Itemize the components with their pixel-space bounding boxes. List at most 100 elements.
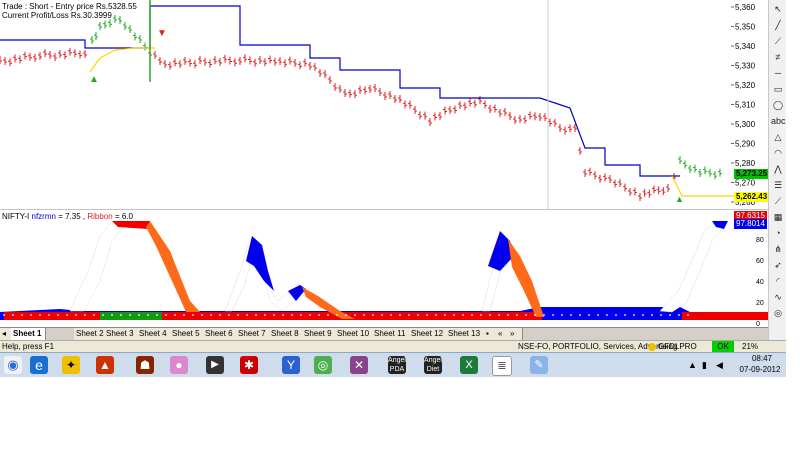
tab-sheet-12[interactable]: Sheet 12 bbox=[409, 328, 448, 340]
drawing-toolbar: ↖ ╱ ⟋ ≠ ─ ▭ ◯ abc △ ◠ ⋀ ☰ ⟋ ▦ ◔ ⋔ ➶ ◜ ∿ … bbox=[768, 0, 787, 344]
cursor-icon[interactable]: ↖ bbox=[771, 2, 785, 16]
indicator-dot bbox=[57, 314, 59, 316]
price-chart[interactable]: 5,360 5,350 5,340 5,330 5,320 5,310 5,300 5,290… bbox=[0, 0, 768, 210]
chart-area[interactable]: 5,360 5,350 5,340 5,330 5,320 5,310 5,300 5,290… bbox=[0, 0, 770, 327]
tab-sheet-10[interactable]: Sheet 10 bbox=[335, 328, 374, 340]
indicator-symbol: NIFTY-I bbox=[2, 212, 30, 221]
indicator-dot bbox=[264, 314, 266, 316]
indicator-title: NIFTY-I nfzrmn = 7.35 , Ribbon = 6.0 bbox=[2, 212, 133, 222]
zigzag-icon[interactable]: ⋀ bbox=[771, 162, 785, 176]
indicator-dot bbox=[390, 314, 392, 316]
ribbon-green bbox=[100, 312, 162, 320]
gann-icon[interactable]: ◜ bbox=[771, 274, 785, 288]
excel-icon[interactable]: X bbox=[460, 356, 478, 374]
channel-icon[interactable]: ≠ bbox=[771, 50, 785, 64]
tab-sheet-6[interactable]: Sheet 6 bbox=[203, 328, 238, 340]
grid-icon[interactable]: ▦ bbox=[771, 210, 785, 224]
antivirus-icon[interactable]: ✱ bbox=[240, 356, 258, 374]
indicator-dot bbox=[120, 314, 122, 316]
indicator-dot bbox=[138, 314, 140, 316]
arrow-icon[interactable]: ➶ bbox=[771, 258, 785, 272]
start-icon[interactable]: ◉ bbox=[4, 356, 22, 374]
buy-arrow-1: ▲ bbox=[89, 74, 99, 85]
cycle-icon[interactable]: ◔ bbox=[771, 226, 785, 240]
tab-sheet-9[interactable]: Sheet 9 bbox=[302, 328, 337, 340]
indicator-dot bbox=[381, 314, 383, 316]
indicator-dot bbox=[660, 314, 662, 316]
indicator-dot bbox=[435, 314, 437, 316]
pitchfork-icon[interactable]: ⋔ bbox=[771, 242, 785, 256]
indicator-dot bbox=[174, 314, 176, 316]
fan-icon[interactable]: ⟋ bbox=[771, 194, 785, 208]
paint-icon[interactable]: ✎ bbox=[530, 356, 548, 374]
ribbon-blue-1 bbox=[0, 312, 4, 320]
indicator-dot bbox=[66, 314, 68, 316]
price-tick-label: 5,300 bbox=[735, 120, 756, 129]
indicator-chart[interactable]: 806040200 bbox=[0, 211, 768, 327]
ie-icon[interactable]: e bbox=[30, 356, 48, 374]
indicator-dot bbox=[543, 314, 545, 316]
rectangle-icon[interactable]: ▭ bbox=[771, 82, 785, 96]
indicator-dot bbox=[525, 314, 527, 316]
indicator-dot bbox=[372, 314, 374, 316]
tab-scroll-end[interactable]: » bbox=[508, 328, 523, 340]
ellipse-icon[interactable]: ◯ bbox=[771, 98, 785, 112]
tab-sheet-7[interactable]: Sheet 7 bbox=[236, 328, 271, 340]
tab-sheet-5[interactable]: Sheet 5 bbox=[170, 328, 205, 340]
indicator-dot bbox=[552, 314, 554, 316]
horizontal-line-icon[interactable]: ─ bbox=[771, 66, 785, 80]
tray-network-icon[interactable]: ▮ bbox=[702, 360, 707, 371]
tray-arrow-icon[interactable]: ▲ bbox=[688, 360, 697, 370]
indicator-dot bbox=[30, 314, 32, 316]
chart-app-icon[interactable]: ✕ bbox=[350, 356, 368, 374]
clock-time[interactable]: 08:47 bbox=[742, 354, 782, 363]
angel-pda-icon[interactable]: Angel PDA bbox=[388, 356, 406, 374]
tab-sheet-11[interactable]: Sheet 11 bbox=[372, 328, 411, 340]
tab-sheet-4[interactable]: Sheet 4 bbox=[137, 328, 172, 340]
wave-icon[interactable]: ∿ bbox=[771, 290, 785, 304]
chrome-icon[interactable]: ◎ bbox=[314, 356, 332, 374]
notepad-icon[interactable]: ≣ bbox=[492, 356, 512, 376]
spiral-icon[interactable]: ◎ bbox=[771, 306, 785, 320]
tab-sheet-8[interactable]: Sheet 8 bbox=[269, 328, 304, 340]
indicator-dot bbox=[210, 314, 212, 316]
tab-sheet-2[interactable]: Sheet 2 bbox=[74, 328, 105, 340]
tab-sheet-3[interactable]: Sheet 3 bbox=[104, 328, 139, 340]
price-tick-label: 5,340 bbox=[735, 42, 756, 51]
price-tick-label: 5,310 bbox=[735, 101, 756, 110]
mask-app-icon[interactable]: ☗ bbox=[136, 356, 154, 374]
fib-icon[interactable]: ☰ bbox=[771, 178, 785, 192]
tab-sheet-1[interactable]: Sheet 1 bbox=[11, 328, 46, 340]
ray-icon[interactable]: ⟋ bbox=[771, 34, 785, 48]
indicator-dot bbox=[48, 314, 50, 316]
video-app-icon[interactable]: ▶ bbox=[206, 356, 224, 374]
indicator-dot bbox=[642, 314, 644, 316]
tab-sheet-13[interactable]: Sheet 13 bbox=[446, 328, 485, 340]
indicator-dot bbox=[588, 314, 590, 316]
line-icon[interactable]: ╱ bbox=[771, 18, 785, 32]
indicator-dot bbox=[39, 314, 41, 316]
triangle-app-icon[interactable]: ▲ bbox=[96, 356, 114, 374]
provider-icon bbox=[648, 343, 656, 351]
right-edge bbox=[786, 0, 800, 376]
ribbon-red-1 bbox=[0, 312, 100, 320]
indicator-dot bbox=[237, 314, 239, 316]
clock-date[interactable]: 07-09-2012 bbox=[736, 365, 784, 374]
bee-app-icon[interactable]: ✦ bbox=[62, 356, 80, 374]
yahoo-icon[interactable]: Y bbox=[282, 356, 300, 374]
indicator-dot bbox=[183, 314, 185, 316]
indicator-dot bbox=[408, 314, 410, 316]
indicator-tick-label: 20 bbox=[756, 300, 764, 307]
indicator-dot bbox=[327, 314, 329, 316]
arc-icon[interactable]: ◠ bbox=[771, 146, 785, 160]
text-icon[interactable]: abc bbox=[771, 114, 786, 128]
indicator-dot bbox=[336, 314, 338, 316]
tray-volume-icon[interactable]: ◀ bbox=[716, 360, 723, 371]
indicator-dot bbox=[462, 314, 464, 316]
triangle-icon[interactable]: △ bbox=[771, 130, 785, 144]
media-app-icon[interactable]: ● bbox=[170, 356, 188, 374]
angel-diet-icon[interactable]: Angel Diet bbox=[424, 356, 442, 374]
indicator-dot bbox=[606, 314, 608, 316]
indicator-dot bbox=[426, 314, 428, 316]
indicator-dot bbox=[156, 314, 158, 316]
